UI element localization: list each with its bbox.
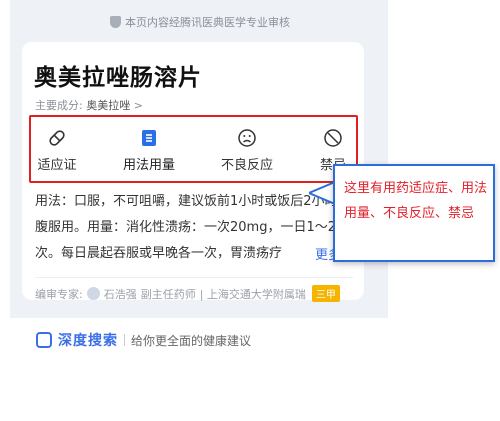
divider: [35, 277, 353, 278]
tab-dosage[interactable]: 用法用量: [118, 128, 180, 173]
deep-search-brand: 深度搜索: [58, 333, 118, 349]
tab-label: 不良反应: [220, 158, 273, 173]
forbidden-icon: [324, 129, 342, 147]
deep-search-logo-icon: [36, 332, 52, 348]
pill-icon: [49, 130, 65, 146]
author-label: 编审专家:: [35, 287, 83, 301]
tab-label: 适应证: [37, 158, 77, 173]
review-banner-text: 本页内容经腾讯医典医学专业审核: [125, 16, 290, 29]
deep-search-bar[interactable]: 深度搜索 给你更全面的健康建议: [36, 330, 251, 350]
ingredient-label: 主要成分:: [35, 99, 83, 112]
shield-icon: [110, 16, 121, 28]
dosage-content: 用法：口服，不可咀嚼，建议饭前1小时或饭后2小时空腹服用。用量：消化性溃疡：一次…: [35, 194, 351, 261]
avatar: [86, 287, 100, 300]
author-hospital: | 上海交通大学附属瑞: [199, 287, 306, 301]
ingredient-value: 奥美拉唑: [86, 99, 131, 112]
review-banner: 本页内容经腾讯医典医学专业审核: [80, 12, 320, 32]
chevron-right-icon: >: [133, 99, 143, 112]
hospital-grade-badge: 三甲: [311, 285, 340, 302]
separator: [124, 334, 125, 346]
ingredient-link[interactable]: 主要成分: 奥美拉唑 >: [35, 97, 143, 113]
callout-text: 这里有用药适应症、用法用量、不良反应、禁忌: [344, 181, 488, 221]
drug-title: 奥美拉唑肠溶片: [34, 65, 202, 91]
tab-label: 用法用量: [122, 158, 175, 173]
author-name: 石浩强: [103, 287, 137, 301]
dosage-doc-icon: [142, 130, 156, 146]
sad-face-icon: [238, 129, 256, 147]
author-title: 副主任药师: [140, 287, 196, 301]
author-line: 编审专家: 石浩强 副主任药师 | 上海交通大学附属瑞 三甲: [35, 285, 340, 302]
tab-indications[interactable]: 适应证: [34, 128, 80, 173]
deep-search-slogan: 给你更全面的健康建议: [131, 333, 252, 348]
tab-side-effects[interactable]: 不良反应: [218, 128, 276, 173]
